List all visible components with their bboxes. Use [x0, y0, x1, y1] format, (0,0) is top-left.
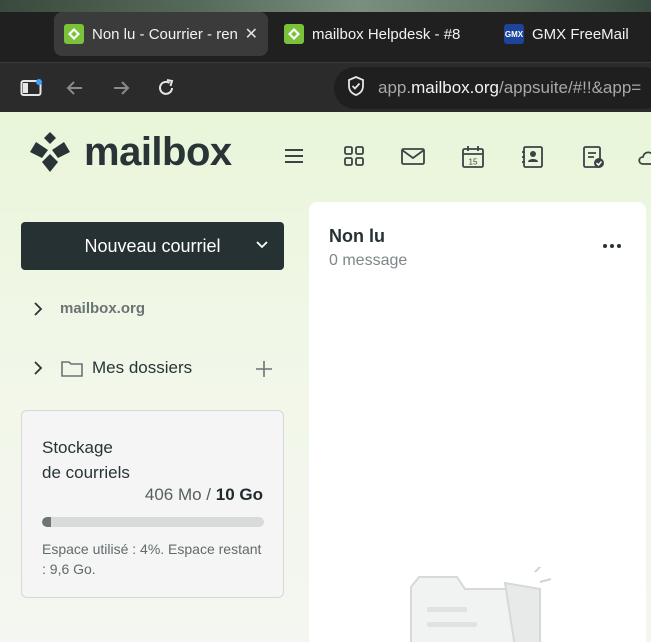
mailbox-icon [64, 24, 84, 44]
contacts-icon[interactable] [520, 144, 546, 170]
address-bar[interactable]: app.mailbox.org/appsuite/#!!&app= [334, 67, 651, 109]
forward-icon[interactable] [108, 75, 134, 101]
close-tab-icon[interactable]: ✕ [245, 24, 258, 44]
app-header: mailbox 15 [0, 112, 651, 202]
my-folders-label: Mes dossiers [92, 358, 193, 377]
storage-progress-fill [42, 517, 51, 527]
apps-grid-icon[interactable] [342, 144, 368, 170]
storage-progress-bar [42, 517, 264, 527]
storage-total: 10 Go [215, 485, 263, 504]
reload-icon[interactable] [153, 75, 179, 101]
folder-title: Non lu [329, 226, 385, 246]
tab-title: mailbox Helpdesk - #8 [312, 25, 461, 43]
storage-separator: / [201, 485, 216, 504]
back-icon[interactable] [62, 75, 88, 101]
tab-non-lu[interactable]: Non lu - Courrier - ren ✕ [54, 12, 268, 56]
url-path: /appsuite/#!!&app= [498, 78, 642, 97]
tab-helpdesk[interactable]: mailbox Helpdesk - #8 [274, 12, 488, 56]
tab-gmx[interactable]: GMX GMX FreeMail [494, 12, 651, 56]
mailbox-logo-icon [26, 128, 74, 176]
storage-usage: 406 Mo / 10 Go [145, 485, 263, 505]
menu-icon[interactable] [282, 144, 308, 170]
shield-icon[interactable] [346, 75, 366, 102]
account-label: mailbox.org [60, 300, 146, 317]
cloud-icon[interactable] [636, 144, 651, 170]
mailbox-logo[interactable]: mailbox [26, 128, 232, 176]
mail-app: mailbox 15 Nouveau courriel mailbox.org … [0, 112, 651, 642]
url-domain: mailbox.org [411, 78, 499, 97]
tab-title: Non lu - Courrier - ren [92, 25, 238, 43]
calendar-day: 15 [469, 158, 478, 167]
gmx-icon: GMX [504, 24, 524, 44]
logo-text: mailbox [84, 129, 232, 174]
message-list-panel: Non lu 0 message [309, 202, 646, 642]
mail-icon[interactable] [400, 144, 426, 170]
storage-note: Espace utilisé : 4%. Espace restant : 9,… [42, 541, 262, 577]
more-options-icon[interactable] [600, 234, 624, 258]
tab-title: GMX FreeMail [532, 25, 629, 43]
window-background [0, 0, 651, 12]
browser-toolbar: app.mailbox.org/appsuite/#!!&app= [0, 62, 651, 112]
chevron-right-icon[interactable] [30, 360, 46, 376]
sidebar-toggle-icon[interactable] [18, 75, 44, 101]
new-mail-label: Nouveau courriel [84, 235, 221, 256]
tasks-icon[interactable] [580, 144, 606, 170]
message-count: 0 message [329, 252, 408, 269]
chevron-right-icon[interactable] [30, 301, 46, 317]
folder-icon [61, 361, 83, 377]
mailbox-icon [284, 24, 304, 44]
chevron-down-icon[interactable] [254, 236, 270, 252]
browser-tab-strip: Non lu - Courrier - ren ✕ mailbox Helpde… [0, 0, 651, 62]
new-mail-button[interactable]: Nouveau courriel [21, 222, 284, 270]
url-prefix: app. [378, 78, 412, 97]
storage-label: Stockage de courriels [42, 438, 130, 482]
calendar-icon[interactable]: 15 [460, 144, 486, 170]
account-node[interactable]: mailbox.org [30, 300, 145, 317]
empty-folder-illustration-icon [410, 567, 552, 642]
add-folder-icon[interactable] [254, 359, 274, 379]
storage-quota-card: Stockage de courriels 406 Mo / 10 Go Esp… [21, 410, 284, 598]
storage-used: 406 Mo [144, 485, 202, 504]
url-text: app.mailbox.org/appsuite/#!!&app= [378, 78, 641, 98]
my-folders-node[interactable]: Mes dossiers [30, 358, 192, 378]
folder-sidebar: Nouveau courriel mailbox.org Mes dossier… [0, 202, 305, 642]
